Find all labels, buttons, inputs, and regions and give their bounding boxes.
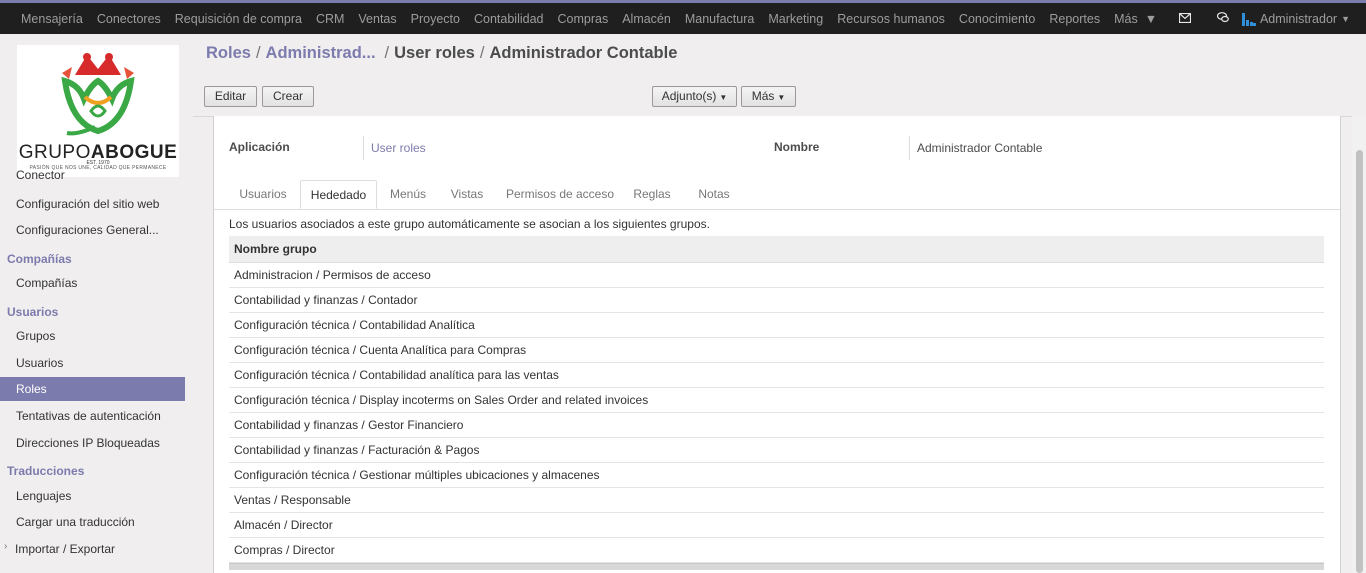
control-panel: Roles / Administrad... / User roles / Administ… [193, 34, 1366, 117]
table-row[interactable]: Contabilidad y finanzas / Contador [229, 288, 1324, 313]
table-body: Administracion / Permisos de acceso Conta… [229, 263, 1324, 563]
app-menu-item[interactable]: CRM [309, 12, 351, 26]
form-sheet: Aplicación User roles Nombre Administrad… [213, 116, 1341, 573]
app-menu-more[interactable]: Más ▼ [1107, 12, 1164, 26]
sidebar: GRUPOABOGUE EST. 1970 PASIÓN QUE NOS UNE… [0, 34, 185, 573]
sidebar-item[interactable]: Direcciones IP Bloqueadas [0, 431, 185, 455]
name-field[interactable]: Administrador Contable [909, 136, 1042, 160]
sidebar-item[interactable]: Compañías [0, 271, 185, 295]
app-menu-item[interactable]: Almacén [615, 12, 678, 26]
expand-arrow-icon[interactable]: › [4, 541, 7, 552]
sidebar-item[interactable]: Conector [0, 163, 185, 187]
sidebar-item[interactable]: Usuarios [0, 351, 185, 375]
table-row[interactable]: Administracion / Permisos de acceso [229, 263, 1324, 288]
app-menu-item[interactable]: Marketing [761, 12, 830, 26]
breadcrumb-roles[interactable]: Roles [206, 44, 251, 62]
chat-icon[interactable] [1214, 11, 1232, 26]
inherited-groups-table: Nombre grupo Administracion / Permisos d… [229, 236, 1324, 570]
table-row[interactable]: Ventas / Responsable [229, 488, 1324, 513]
table-row[interactable]: Almacén / Director [229, 513, 1324, 538]
table-row[interactable]: Contabilidad y finanzas / Gestor Financi… [229, 413, 1324, 438]
caret-down-icon: ▼ [719, 93, 728, 102]
company-logo: GRUPOABOGUE EST. 1970 PASIÓN QUE NOS UNE… [17, 45, 179, 177]
more-actions-dropdown[interactable]: Más ▼ [741, 86, 796, 107]
app-menu-item[interactable]: Contabilidad [467, 12, 551, 26]
caret-down-icon: ▼ [777, 93, 786, 102]
app-menu-item[interactable]: Mensajería [14, 12, 90, 26]
user-name: Administrador [1259, 11, 1338, 26]
app-menu-item[interactable]: Proyecto [404, 12, 467, 26]
chevron-down-icon: ▼ [1341, 13, 1350, 24]
page-title: Administrador Contable [489, 44, 678, 62]
create-button[interactable]: Crear [262, 86, 314, 107]
app-menu-item[interactable]: Requisición de compra [168, 12, 309, 26]
app-menu-item[interactable]: Conocimiento [952, 12, 1042, 26]
tab[interactable]: Vistas [442, 180, 492, 209]
sidebar-item[interactable]: Configuraciones General... [0, 218, 185, 242]
main-scrollbar-thumb[interactable] [1356, 150, 1363, 573]
chevron-down-icon: ▼ [1144, 11, 1158, 26]
envelope-icon[interactable] [1176, 12, 1194, 26]
app-menu: Mensajería Conectores Requisición de compr… [14, 3, 1164, 34]
table-row[interactable]: Contabilidad y finanzas / Facturación & … [229, 438, 1324, 463]
sidebar-section-heading: Traducciones [7, 464, 85, 478]
breadcrumb-administrador[interactable]: Administrad... [266, 44, 376, 62]
table-footer [229, 563, 1324, 570]
app-menu-item[interactable]: Reportes [1042, 12, 1107, 26]
edit-button[interactable]: Editar [204, 86, 257, 107]
application-label: Aplicación [229, 140, 290, 154]
breadcrumb: Roles / Administrad... / User roles / Administ… [206, 44, 678, 62]
sidebar-item[interactable]: Roles [0, 377, 185, 401]
sidebar-item[interactable]: Configuración del sitio web [0, 192, 185, 216]
column-header-group-name[interactable]: Nombre grupo [229, 236, 1324, 263]
sidebar-item[interactable]: Grupos [0, 324, 185, 348]
application-field[interactable]: User roles [363, 136, 426, 160]
sidebar-section-heading: Usuarios [7, 305, 59, 319]
table-row[interactable]: Configuración técnica / Contabilidad ana… [229, 363, 1324, 388]
app-menu-item[interactable]: Ventas [351, 12, 403, 26]
tab[interactable]: Hededado [300, 180, 377, 209]
user-avatar-icon [1241, 12, 1256, 26]
main-navbar: Mensajería Conectores Requisición de compr… [0, 0, 1366, 34]
app-menu-item[interactable]: Recursos humanos [830, 12, 952, 26]
tab[interactable]: Reglas [628, 180, 676, 209]
table-row[interactable]: Configuración técnica / Display incoterm… [229, 388, 1324, 413]
breadcrumb-user-roles: User roles [394, 44, 475, 62]
table-row[interactable]: Configuración técnica / Contabilidad Ana… [229, 313, 1324, 338]
tab[interactable]: Notas [688, 180, 740, 209]
table-row[interactable]: Configuración técnica / Gestionar múltip… [229, 463, 1324, 488]
sidebar-item[interactable]: Cargar una traducción [0, 510, 185, 534]
tab[interactable]: Permisos de acceso [497, 180, 623, 209]
sidebar-item[interactable]: Tentativas de autenticación [0, 404, 185, 428]
tab[interactable]: Usuarios [230, 180, 296, 209]
app-menu-item[interactable]: Conectores [90, 12, 168, 26]
sidebar-item[interactable]: Lenguajes [0, 484, 185, 508]
sidebar-section-heading: Compañías [7, 252, 72, 266]
app-menu-item[interactable]: Manufactura [678, 12, 761, 26]
form-tabs: Usuarios Hededado Menús Vistas Permisos de a… [214, 180, 1340, 210]
sidebar-item[interactable]: Importar / Exportar [0, 537, 185, 561]
attachments-dropdown[interactable]: Adjunto(s) ▼ [652, 86, 737, 107]
table-row[interactable]: Configuración técnica / Cuenta Analítica… [229, 338, 1324, 363]
table-row[interactable]: Compras / Director [229, 538, 1324, 563]
navbar-right: Administrador ▼ [1166, 3, 1350, 34]
inherited-help-text: Los usuarios asociados a este grupo auto… [229, 217, 710, 231]
user-menu[interactable]: Administrador ▼ [1241, 11, 1350, 26]
tab[interactable]: Menús [382, 180, 434, 209]
logo-emblem-icon [61, 53, 135, 136]
name-label: Nombre [774, 140, 820, 154]
app-menu-item[interactable]: Compras [550, 12, 615, 26]
